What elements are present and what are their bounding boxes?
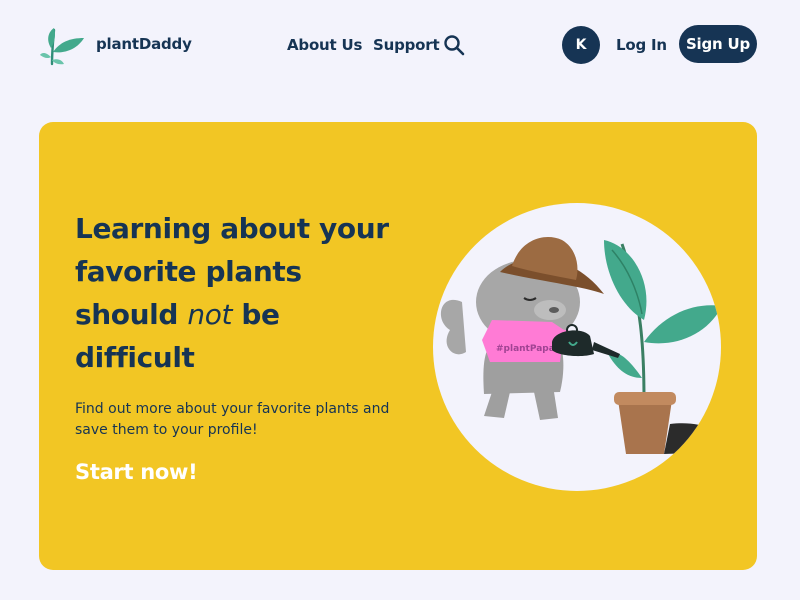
search-icon[interactable] [443, 34, 465, 56]
hero-illustration: #plantPapa [433, 203, 721, 491]
brand-logo-link[interactable]: plantDaddy [40, 22, 192, 66]
hero-description: Find out more about your favorite plants… [75, 401, 390, 438]
nav-support-link[interactable]: Support [373, 36, 440, 54]
navbar: plantDaddy About Us Support K Log In Sig… [0, 0, 800, 90]
logo-sprout-icon [40, 28, 84, 66]
hero-title-part1: Learning about your favorite plants shou… [75, 212, 389, 331]
brand-name: plantDaddy [96, 35, 192, 53]
shirt-text: #plantPapa [496, 344, 555, 354]
signup-button[interactable]: Sign Up [679, 25, 757, 63]
start-now-link[interactable]: Start now! [75, 460, 198, 484]
hero-title-emphasis: not [187, 298, 233, 331]
user-avatar[interactable]: K [562, 26, 600, 64]
login-link[interactable]: Log In [616, 36, 667, 54]
nav-about-us-link[interactable]: About Us [287, 36, 362, 54]
hero-card: Learning about your favorite plants shou… [39, 122, 757, 570]
hero-title: Learning about your favorite plants shou… [75, 207, 405, 379]
